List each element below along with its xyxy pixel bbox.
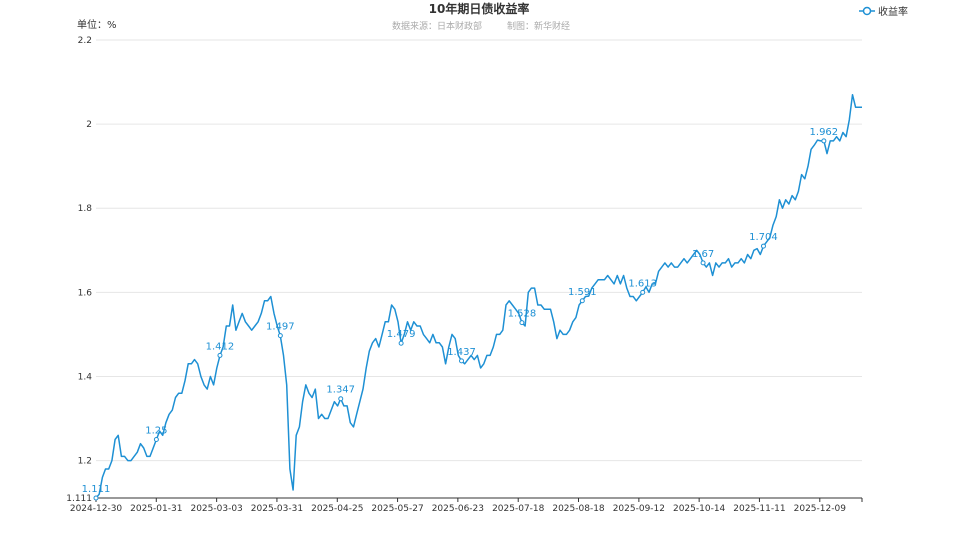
data-label: 1.962 — [810, 127, 839, 138]
data-point — [93, 495, 99, 501]
y-tick-label: 2.2 — [78, 36, 92, 46]
data-label: 1.497 — [266, 322, 295, 333]
x-tick-label: 2025-06-23 — [432, 504, 484, 514]
y-tick-label: 1.111 — [66, 494, 92, 504]
series-line — [95, 93, 862, 499]
data-label: 1.479 — [387, 329, 416, 340]
x-tick-label: 2025-12-09 — [794, 504, 847, 514]
grid-lines — [96, 39, 862, 462]
data-point — [821, 138, 827, 144]
data-point — [398, 340, 404, 346]
x-tick-label: 2025-03-03 — [190, 504, 242, 514]
data-label: 1.111 — [82, 484, 111, 495]
data-point — [760, 243, 766, 249]
data-label: 1.528 — [508, 309, 537, 320]
data-label: 1.25 — [145, 426, 167, 437]
data-point — [338, 396, 344, 402]
chart-title: 10年期日债收益率 — [429, 1, 530, 16]
y-axis: 2.2 2 1.8 1.6 1.4 1.2 1.111 — [66, 36, 92, 504]
unit-label: 单位：% — [77, 18, 117, 31]
data-label: 1.412 — [206, 341, 235, 352]
x-tick-label: 2025-03-31 — [251, 504, 303, 514]
data-point — [277, 333, 283, 339]
x-tick-label: 2025-08-18 — [552, 504, 605, 514]
data-point — [459, 358, 465, 364]
y-tick-label: 1.6 — [78, 288, 93, 298]
x-tick-label: 2024-12-30 — [70, 504, 123, 514]
x-tick-label: 2025-01-31 — [130, 504, 182, 514]
data-label: 1.591 — [568, 287, 597, 298]
data-point — [217, 352, 223, 358]
data-label: 1.437 — [447, 347, 476, 358]
x-tick-label: 2025-07-18 — [492, 504, 545, 514]
data-point — [519, 320, 525, 326]
y-tick-label: 1.8 — [78, 204, 93, 214]
data-point — [700, 260, 706, 266]
chart-source: 数据来源：日本财政部 — [392, 20, 482, 32]
y-tick-label: 2 — [86, 120, 92, 130]
data-point — [640, 289, 646, 295]
chart-maker: 制图：新华财经 — [507, 20, 570, 32]
data-label: 1.704 — [749, 232, 778, 243]
data-label: 1.67 — [692, 249, 714, 260]
y-tick-label: 1.4 — [78, 372, 93, 382]
yield-line-chart: 10年期日债收益率 数据来源：日本财政部 制图：新华财经 单位：% 收益率 2.… — [66, 1, 908, 514]
x-tick-label: 2025-04-25 — [311, 504, 363, 514]
data-point — [153, 437, 159, 443]
x-tick-label: 2025-05-27 — [371, 504, 423, 514]
data-label: 1.613 — [628, 278, 657, 289]
legend[interactable]: 收益率 — [859, 5, 908, 18]
legend-label: 收益率 — [878, 5, 908, 18]
x-tick-label: 2025-11-11 — [733, 504, 785, 514]
series-line-path — [95, 93, 862, 499]
y-tick-label: 1.2 — [78, 457, 92, 467]
x-tick-label: 2025-10-14 — [673, 504, 726, 514]
data-label: 1.347 — [326, 385, 355, 396]
x-tick-label: 2025-09-12 — [613, 504, 665, 514]
data-labels: 1.111 1.25 1.412 1.497 1.347 1.479 1.437 1.528 1… — [82, 127, 839, 501]
legend-marker-icon — [862, 6, 872, 16]
x-axis: 2024-12-30 2025-01-31 2025-03-03 2025-03-31… — [70, 497, 863, 514]
data-point — [579, 298, 585, 304]
